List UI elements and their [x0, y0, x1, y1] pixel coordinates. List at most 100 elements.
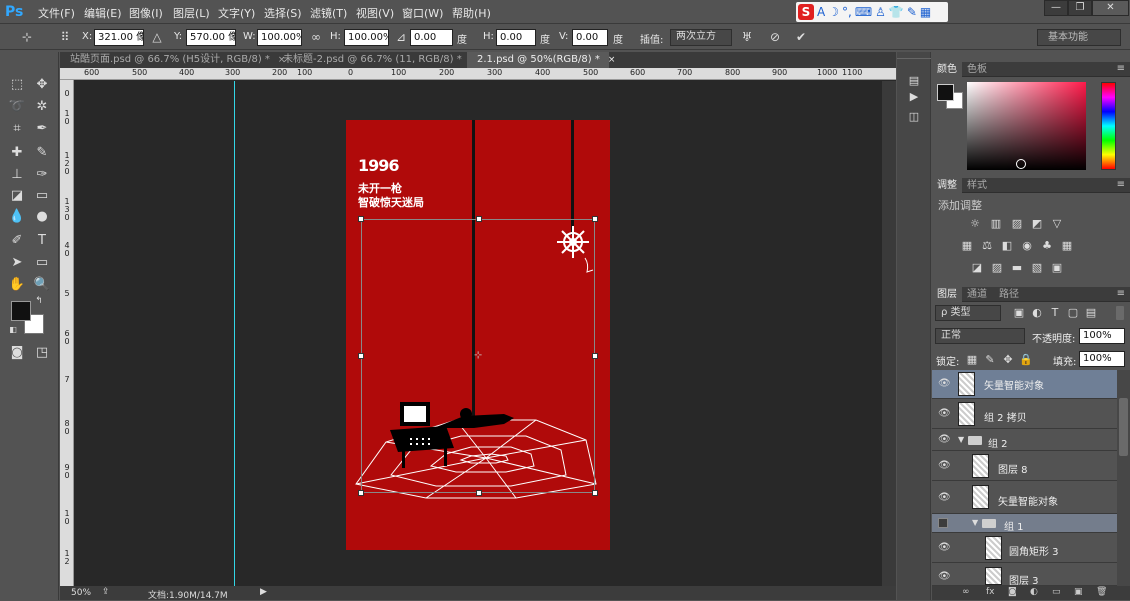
- color-picker-field[interactable]: [967, 82, 1086, 170]
- vibrance-icon[interactable]: ▽: [1050, 218, 1064, 230]
- transform-handle-se[interactable]: [592, 490, 598, 496]
- tab-layers[interactable]: 图层: [932, 287, 962, 302]
- lasso-tool-icon[interactable]: ➰: [8, 98, 26, 116]
- link-icon[interactable]: ∞: [309, 30, 323, 44]
- menu-file[interactable]: 文件(F): [38, 5, 75, 21]
- filter-adjustment-icon[interactable]: ◐: [1030, 307, 1044, 319]
- keyboard-icon[interactable]: ⌨: [855, 4, 872, 20]
- dock-grip[interactable]: [897, 58, 931, 62]
- filter-shape-icon[interactable]: ▢: [1066, 307, 1080, 319]
- filter-type-icon[interactable]: T: [1048, 307, 1062, 319]
- menu-edit[interactable]: 编辑(E): [84, 5, 122, 21]
- layer-row[interactable]: 👁 图层 3: [932, 564, 1117, 587]
- type-tool-icon[interactable]: T: [33, 232, 51, 250]
- opacity-field[interactable]: 100%: [1079, 328, 1125, 344]
- angle-field[interactable]: 0.00: [410, 29, 453, 46]
- sogou-icon[interactable]: S: [798, 4, 814, 20]
- layer-name[interactable]: 组 2: [988, 435, 1008, 450]
- tab-styles[interactable]: 样式: [962, 178, 992, 193]
- tab-doc-3-close-icon[interactable]: ×: [608, 55, 616, 65]
- visibility-eye-icon[interactable]: 👁: [938, 435, 951, 445]
- visibility-eye-icon[interactable]: 👁: [938, 543, 951, 553]
- layer-filter-select[interactable]: ρ 类型: [935, 305, 1001, 321]
- quick-mask-icon[interactable]: ◙: [8, 344, 26, 362]
- vskew-field[interactable]: 0.00: [572, 29, 608, 46]
- layer-name[interactable]: 组 1: [1004, 518, 1024, 533]
- status-menu-arrow-icon[interactable]: ▶: [260, 587, 267, 597]
- menu-select[interactable]: 选择(S): [264, 5, 302, 21]
- color-panel-menu-icon[interactable]: ≡: [1117, 63, 1125, 74]
- layer-row[interactable]: 👁 圆角矩形 3: [932, 534, 1117, 563]
- actions-panel-icon[interactable]: ▶: [904, 90, 924, 104]
- export-icon[interactable]: ⇪: [102, 587, 110, 597]
- transform-center-icon[interactable]: ⊹: [474, 350, 482, 361]
- tab-paths[interactable]: 路径: [994, 287, 1024, 302]
- foreground-color-swatch[interactable]: [11, 301, 31, 321]
- default-colors-icon[interactable]: ◧: [8, 325, 18, 335]
- commit-transform-icon[interactable]: ✔: [794, 30, 808, 44]
- hskew-field[interactable]: 0.00: [496, 29, 536, 46]
- layer-name[interactable]: 圆角矩形 3: [1009, 543, 1059, 558]
- tab-channels[interactable]: 通道: [962, 287, 992, 302]
- layer-mask-icon[interactable]: ◙: [1008, 587, 1017, 597]
- eyedropper-icon[interactable]: ✒: [33, 120, 51, 138]
- tab-adjustments[interactable]: 调整: [932, 178, 962, 193]
- channel-mixer-icon[interactable]: ♣: [1040, 240, 1054, 252]
- history-brush-icon[interactable]: ✑: [33, 166, 51, 184]
- healing-brush-icon[interactable]: ✚: [8, 144, 26, 162]
- curves-icon[interactable]: ▨: [1010, 218, 1024, 230]
- reference-point-icon[interactable]: ⠿: [58, 30, 72, 44]
- relative-position-icon[interactable]: △: [150, 30, 164, 44]
- ime-english-icon[interactable]: A: [817, 4, 825, 20]
- color-picker-cursor[interactable]: [1016, 159, 1026, 169]
- guide-line[interactable]: [234, 81, 235, 586]
- swap-colors-icon[interactable]: ↰: [34, 296, 44, 306]
- layers-scroll-thumb[interactable]: [1119, 398, 1128, 456]
- transform-bounding-box[interactable]: ⊹: [358, 216, 598, 496]
- magic-wand-icon[interactable]: ✲: [33, 98, 51, 116]
- eraser-icon[interactable]: ◪: [8, 187, 26, 205]
- pen-tool-icon[interactable]: ✐: [8, 232, 26, 250]
- layer-row[interactable]: 👁 组 2 拷贝: [932, 400, 1117, 429]
- vertical-ruler[interactable]: 0 1 0 1 2 0 1 3 0 4 0 5 6 0 7 8 0 9 0 1 …: [60, 80, 74, 586]
- properties-panel-icon[interactable]: ◫: [904, 110, 924, 124]
- layer-row[interactable]: 👁 矢量智能对象: [932, 370, 1117, 399]
- new-group-icon[interactable]: ▭: [1052, 587, 1061, 597]
- path-selection-icon[interactable]: ➤: [8, 254, 26, 272]
- menu-help[interactable]: 帮助(H): [452, 5, 491, 21]
- new-adjustment-icon[interactable]: ◐: [1030, 587, 1038, 597]
- filter-smart-object-icon[interactable]: ▤: [1084, 307, 1098, 319]
- transform-handle-sw[interactable]: [358, 490, 364, 496]
- layer-row[interactable]: 👁 矢量智能对象: [932, 482, 1117, 514]
- adjust-panel-menu-icon[interactable]: ≡: [1117, 179, 1125, 190]
- invert-icon[interactable]: ◪: [970, 262, 984, 274]
- levels-icon[interactable]: ▥: [989, 218, 1003, 230]
- punctuation-icon[interactable]: °,: [842, 4, 852, 20]
- visibility-eye-icon[interactable]: 👁: [938, 461, 951, 471]
- h-field[interactable]: 100.00%: [344, 29, 389, 46]
- hue-slider[interactable]: [1101, 82, 1116, 170]
- transform-handle-nw[interactable]: [358, 216, 364, 222]
- screen-mode-icon[interactable]: ◳: [33, 344, 51, 362]
- tab-color[interactable]: 颜色: [932, 62, 962, 77]
- warp-mode-icon[interactable]: ♅: [740, 30, 754, 44]
- menu-image[interactable]: 图像(I): [129, 5, 163, 21]
- new-layer-icon[interactable]: ▣: [1074, 587, 1083, 597]
- transform-handle-n[interactable]: [476, 216, 482, 222]
- lock-transparent-icon[interactable]: ▦: [965, 354, 979, 366]
- transform-handle-e[interactable]: [592, 353, 598, 359]
- shirt-icon[interactable]: 👕: [889, 4, 904, 20]
- layer-group-row[interactable]: ▼ 组 1: [932, 514, 1117, 533]
- grid-icon[interactable]: ▦: [920, 4, 931, 20]
- layer-style-icon[interactable]: fx: [986, 587, 995, 597]
- x-field[interactable]: 321.00 像素: [94, 29, 144, 46]
- rectangle-tool-icon[interactable]: ▭: [33, 254, 51, 272]
- photo-filter-icon[interactable]: ◉: [1020, 240, 1034, 252]
- layer-name[interactable]: 矢量智能对象: [984, 377, 1044, 392]
- interpolation-select[interactable]: 两次立方: [670, 29, 732, 46]
- visibility-eye-icon[interactable]: 👁: [938, 493, 951, 503]
- moon-icon[interactable]: ☽: [828, 4, 839, 20]
- lock-all-icon[interactable]: 🔒: [1019, 354, 1033, 366]
- user-icon[interactable]: ♙: [875, 4, 886, 20]
- layers-panel-menu-icon[interactable]: ≡: [1117, 288, 1125, 299]
